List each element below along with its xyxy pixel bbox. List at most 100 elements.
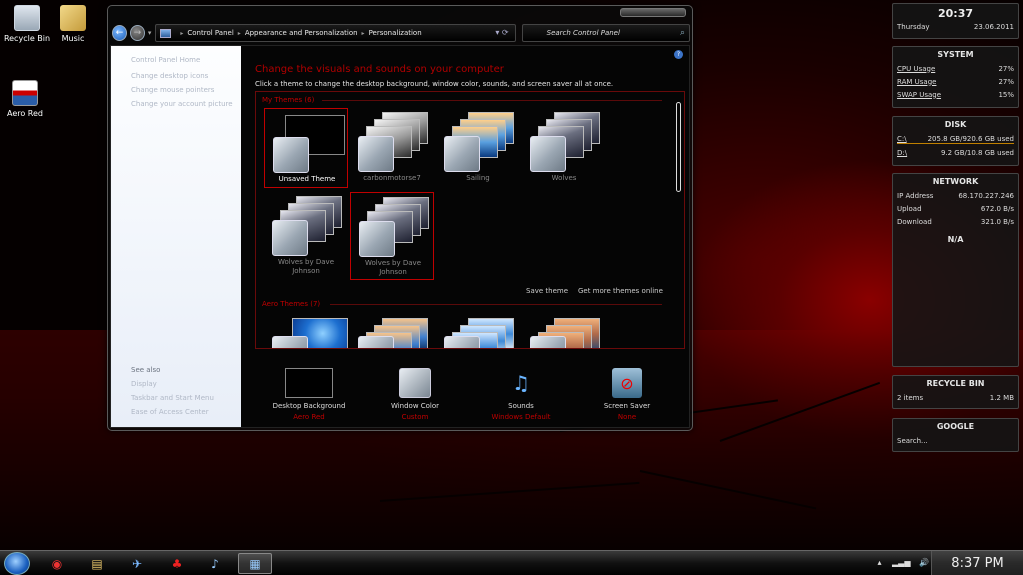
forward-button[interactable]: → [129,25,145,41]
taskbar-app-flight[interactable]: ✈ [120,553,154,574]
search-placeholder: Search Control Panel [546,29,620,37]
disk-c-value: 205.8 GB/920.6 GB used [927,134,1014,143]
theme-item-unsaved[interactable]: Unsaved Theme [264,108,348,188]
ram-label[interactable]: RAM Usage [897,78,936,86]
window-color-icon [444,336,480,348]
theme-item-aero-architecture[interactable] [350,314,434,348]
get-more-themes-link[interactable]: Get more themes online [578,287,663,295]
content-area: Control Panel Home Change desktop icons … [110,45,690,428]
taskbar-app-explorer[interactable]: ▤ [80,553,114,574]
ram-value: 27% [998,77,1014,86]
desktop-background-setting[interactable]: Desktop Background Aero Red [259,364,359,421]
theme-thumbnail [270,196,342,256]
sounds-setting[interactable]: ♫ Sounds Windows Default [471,364,571,421]
sidebar: Control Panel Home Change desktop icons … [111,46,241,427]
ip-row: IP Address 68.170.227.246 [893,189,1018,202]
see-also-taskbar[interactable]: Taskbar and Start Menu [131,394,214,402]
screen-saver-setting[interactable]: ⊘ Screen Saver None [577,364,677,421]
scrollbar[interactable] [676,102,681,192]
back-button[interactable]: ← [112,25,127,41]
theme-item-aero-landscapes[interactable] [522,314,606,348]
start-button[interactable] [4,552,30,575]
airplane-icon: ✈ [131,556,143,571]
chrome-icon: ◉ [51,556,63,571]
window-control-buttons[interactable] [620,8,686,17]
folder-icon: ▤ [91,556,103,571]
disk-gadget: DISK C:\ 205.8 GB/920.6 GB used D:\ 9.2 … [892,116,1019,166]
gadget-title: GOOGLE [936,422,975,431]
desktop-background-thumbnail [285,368,333,398]
taskbar-app-chrome[interactable]: ◉ [40,553,74,574]
desktop-icon-recycle-bin[interactable]: Recycle Bin [2,5,52,43]
clock-gadget: 20:37 Thursday 23.06.2011 [892,3,1019,39]
volume-icon[interactable]: 🔊 [919,558,929,567]
ip-label: IP Address [897,191,934,200]
breadcrumb-personalization[interactable]: Personalization [369,29,422,37]
google-gadget: GOOGLE Search... [892,418,1019,452]
itunes-icon: ♪ [211,556,219,571]
search-icon[interactable]: ⌕ [680,28,685,38]
desktop-icon-label: Aero Red [6,109,43,118]
window-color-icon [530,336,566,348]
google-search-input[interactable]: Search... [893,434,1018,447]
theme-label: Wolves by Dave Johnson [365,259,421,276]
address-bar[interactable]: ▸ Control Panel ▸ Appearance and Persona… [155,24,516,42]
disk-d-label[interactable]: D:\ [897,149,907,157]
recent-pages-dropdown[interactable]: ▾ [148,29,152,37]
theme-item-carbonmotorse7[interactable]: carbonmotorse7 [350,108,434,188]
theme-thumbnail [357,197,429,257]
taskbar-clock[interactable]: 8:37 PM [931,551,1023,575]
search-input[interactable]: Search Control Panel ⌕ [521,24,691,42]
recycle-row: 2 items 1.2 MB [893,391,1018,404]
swap-label[interactable]: SWAP Usage [897,91,941,99]
setting-value: Custom [401,413,429,421]
taskbar-app-itunes[interactable]: ♪ [198,553,232,574]
breadcrumb-separator: ▸ [180,29,184,37]
see-also-display[interactable]: Display [131,380,214,388]
theme-thumbnail [528,112,600,172]
recycle-bin-icon [14,5,40,31]
help-icon[interactable]: ? [674,50,683,59]
theme-item-sailing[interactable]: Sailing [436,108,520,188]
clock-date-row: Thursday 23.06.2011 [893,20,1018,33]
sidebar-link-mouse-pointers[interactable]: Change mouse pointers [131,86,241,94]
theme-item-wolves[interactable]: Wolves [522,108,606,188]
disk-c-label[interactable]: C:\ [897,135,907,143]
network-signal-icon[interactable]: ▂▃▅ [892,558,910,567]
window-color-icon [273,137,309,173]
window-color-icon [358,336,394,348]
taskbar-app-game[interactable]: ♣ [160,553,194,574]
disk-d-row: D:\ 9.2 GB/10.8 GB used [893,146,1018,159]
setting-value: None [617,413,637,421]
upload-value: 672.0 B/s [980,204,1014,213]
cpu-row: CPU Usage 27% [893,62,1018,75]
breadcrumb-control-panel[interactable]: Control Panel [187,29,233,37]
see-also-ease-of-access[interactable]: Ease of Access Center [131,408,214,416]
window-color-setting[interactable]: Window Color Custom [365,364,465,421]
sidebar-link-desktop-icons[interactable]: Change desktop icons [131,72,241,80]
theme-item-wolves-dave-johnson-2[interactable]: Wolves by Dave Johnson [350,192,434,280]
show-hidden-icons-icon[interactable]: ▴ [877,558,881,567]
network-extra: N/A [947,235,964,244]
swap-value: 15% [998,90,1014,99]
cpu-label[interactable]: CPU Usage [897,65,935,73]
breadcrumb-appearance[interactable]: Appearance and Personalization [245,29,358,37]
theme-thumbnail [271,113,345,173]
recycle-bin-gadget: RECYCLE BIN 2 items 1.2 MB [892,375,1019,409]
sidebar-link-account-picture[interactable]: Change your account picture [131,100,241,108]
gadget-title: RECYCLE BIN [926,379,985,388]
system-tray[interactable]: ▴ ▂▃▅ 🔊 [877,558,929,567]
theme-item-aero-characters[interactable] [436,314,520,348]
theme-item-wolves-dave-johnson[interactable]: Wolves by Dave Johnson [264,192,348,280]
theme-item-aero-windows7[interactable] [264,314,348,348]
theme-thumbnail [442,318,514,348]
taskbar-app-control-panel[interactable]: ▦ [238,553,272,574]
desktop-icon-music[interactable]: Music [48,5,98,43]
save-theme-link[interactable]: Save theme [526,287,568,295]
refresh-icon[interactable]: ▾ ⟳ [495,28,508,37]
desktop-icon-aero-red[interactable]: Aero Red [0,80,50,118]
theme-thumbnail [528,318,600,348]
gadget-title: SYSTEM [937,50,974,59]
sidebar-link-home[interactable]: Control Panel Home [131,56,241,64]
music-note-icon: ♫ [512,371,530,395]
